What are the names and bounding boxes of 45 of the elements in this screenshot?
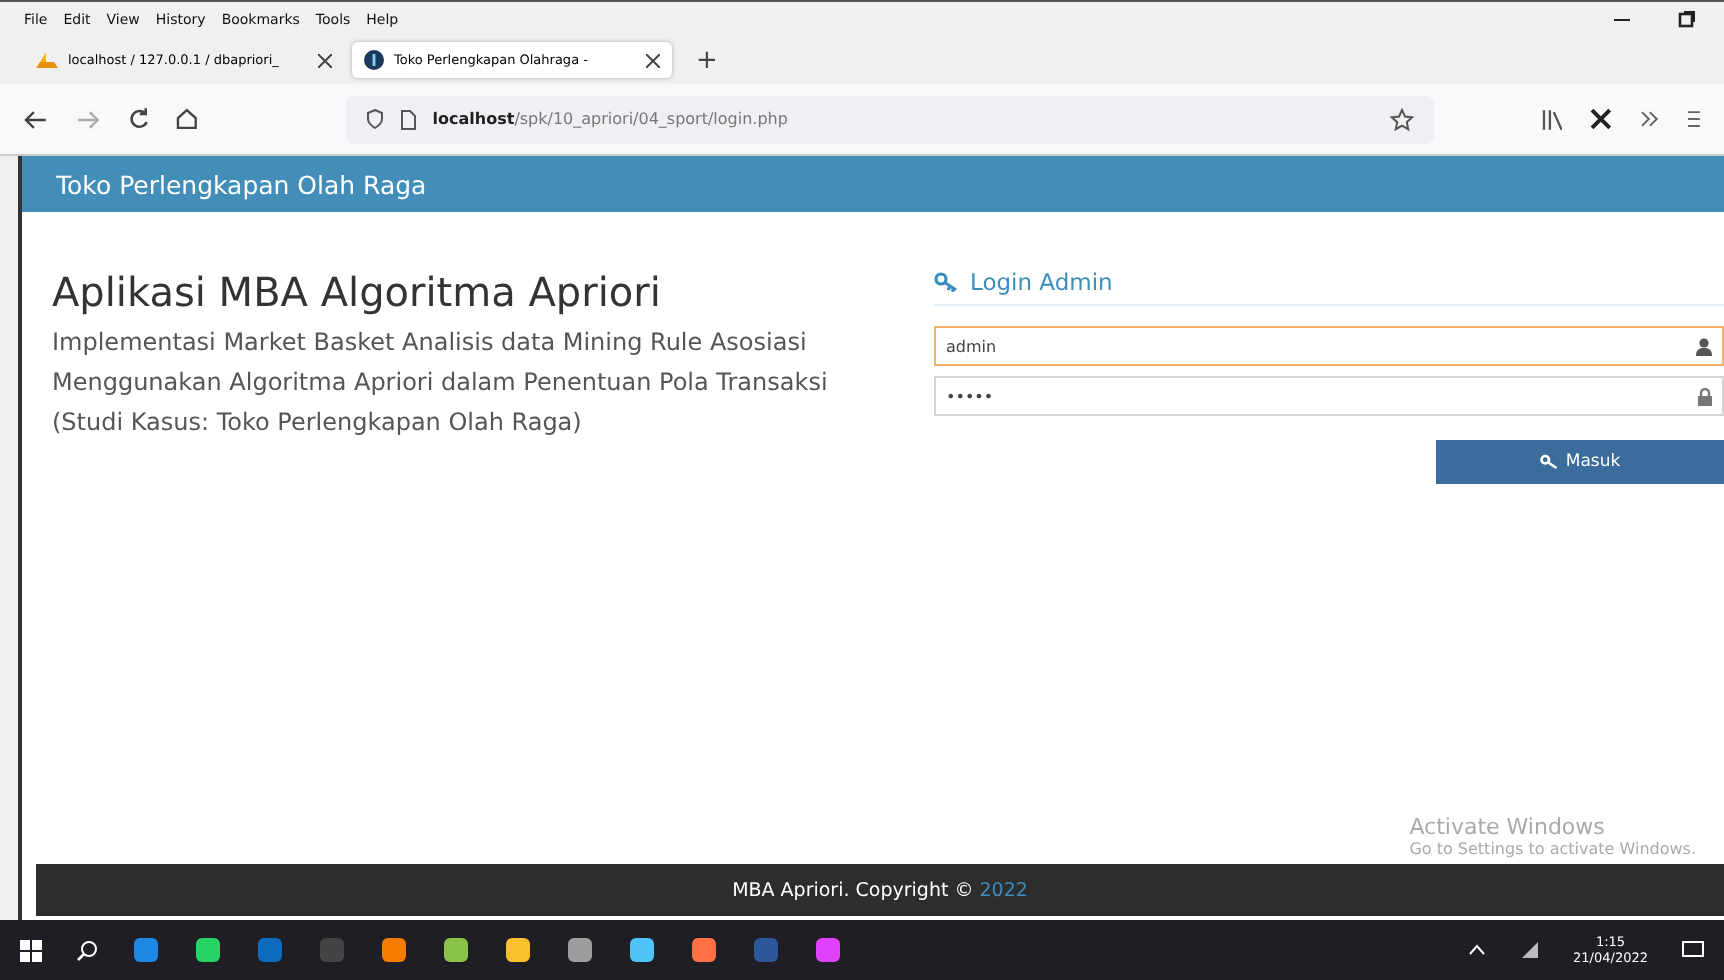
app-icon[interactable]: [504, 936, 532, 964]
close-icon[interactable]: [318, 53, 332, 67]
page-icon: [400, 109, 417, 129]
description-text: Implementasi Market Basket Analisis data Mining Rule Asosiasi Menggunakan Algoritma Apriori dalam Penentuan Pola Transaksi (Studi Kasus: Toko Perlengkapan Olah Raga): [52, 326, 830, 440]
new-tab-button[interactable]: +: [680, 45, 734, 75]
reload-icon[interactable]: [127, 108, 149, 130]
login-heading: Login Admin: [970, 268, 1113, 296]
address-bar[interactable]: localhost/spk/10_apriori/04_sport/login.php: [346, 95, 1434, 143]
app-icon[interactable]: [814, 936, 842, 964]
home-icon[interactable]: [176, 108, 199, 130]
page-title: Aplikasi MBA Algoritma Apriori: [52, 268, 663, 316]
app-icon[interactable]: [380, 936, 408, 964]
chevron-icon[interactable]: [1640, 110, 1661, 128]
user-icon: [1696, 337, 1712, 355]
activation-notice-title: Activate Windows: [1409, 814, 1607, 840]
menu-icon[interactable]: [1688, 110, 1701, 128]
app-icon[interactable]: [566, 936, 594, 964]
close-icon[interactable]: [646, 53, 660, 67]
activation-notice-text: Go to Settings to activate Windows.: [1409, 840, 1696, 858]
minimize-icon[interactable]: [1614, 17, 1630, 21]
app-icon[interactable]: [132, 936, 160, 964]
site-brand[interactable]: Toko Perlengkapan Olah Raga: [56, 169, 427, 199]
username-field[interactable]: admin: [934, 326, 1724, 366]
key-icon: [934, 272, 958, 292]
password-field[interactable]: •••••: [934, 376, 1724, 416]
network-icon[interactable]: [1519, 940, 1540, 960]
library-icon[interactable]: [1541, 109, 1563, 129]
sailboat-icon: [36, 51, 58, 69]
x-icon[interactable]: [1590, 108, 1613, 130]
shield-icon: [366, 108, 385, 130]
app-icon[interactable]: [442, 936, 470, 964]
windows-start-icon[interactable]: [20, 939, 42, 961]
url-text: localhost/spk/10_apriori/04_sport/login.php: [432, 110, 788, 128]
caret-icon[interactable]: [1467, 944, 1486, 956]
app-icon[interactable]: [194, 936, 222, 964]
search-icon[interactable]: [76, 939, 98, 961]
star-icon[interactable]: [1389, 107, 1414, 131]
app-icon[interactable]: [690, 936, 718, 964]
login-button[interactable]: Masuk: [1436, 440, 1724, 484]
restore-icon[interactable]: [1678, 10, 1696, 28]
back-arrow-icon[interactable]: [24, 109, 48, 129]
app-icon[interactable]: [628, 936, 656, 964]
key-icon: [1539, 454, 1558, 470]
copyright-text: MBA Apriori. Copyright © 2022: [732, 879, 1028, 901]
lock-icon: [1698, 387, 1712, 405]
